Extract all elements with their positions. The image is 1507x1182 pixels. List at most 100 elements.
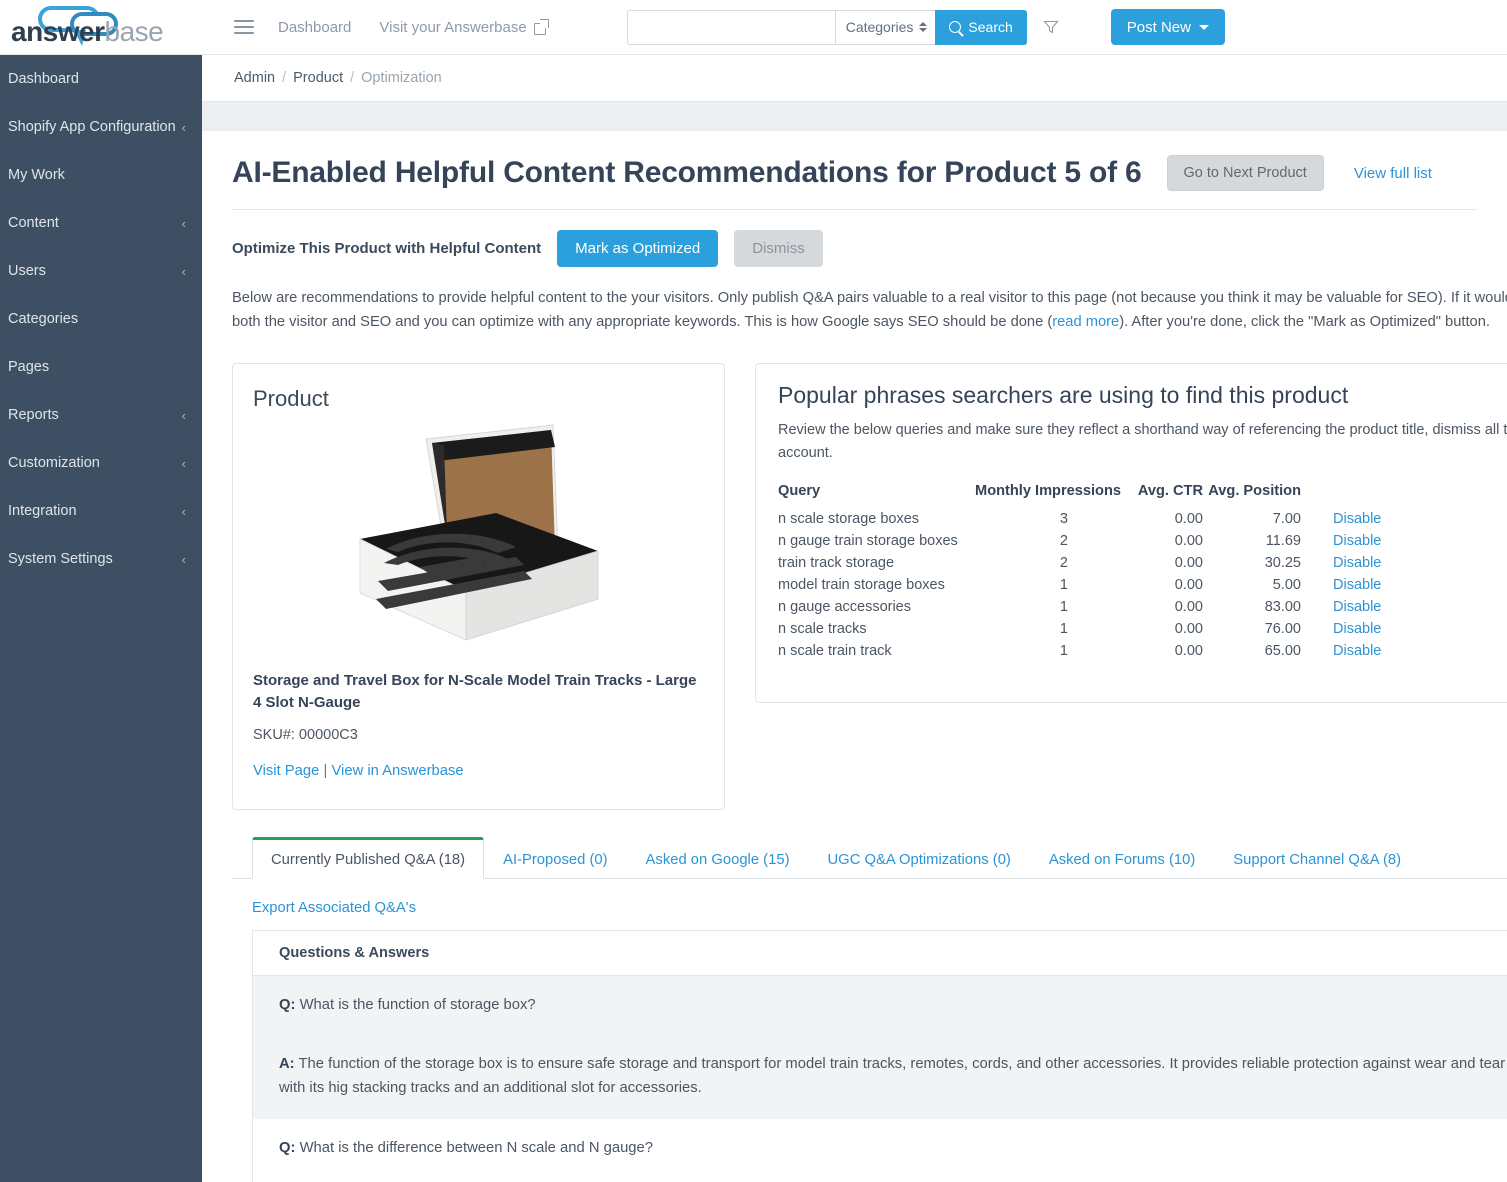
cell-ctr: 0.00 [1174, 577, 1203, 593]
chevron-left-icon: ‹ [181, 263, 186, 279]
sidebar-item-dashboard[interactable]: Dashboard [0, 55, 202, 103]
qa-table-heading: Questions & Answers [253, 931, 1507, 976]
page-title: AI-Enabled Helpful Content Recommendatio… [232, 156, 1142, 189]
sidebar-navigation: Dashboard Shopify App Configuration ‹ My… [0, 55, 202, 1182]
column-header-ctr: Avg. CTR [1137, 483, 1203, 499]
view-full-list-link[interactable]: View full list [1354, 165, 1432, 182]
post-new-button[interactable]: Post New [1110, 9, 1225, 45]
sidebar-item-content[interactable]: Content ‹ [0, 199, 202, 247]
cell-query: n scale tracks [778, 621, 867, 637]
table-row: n gauge accessories 1 0.00 83.00 Disable [778, 596, 1381, 618]
visit-answerbase-label: Visit your Answerbase [379, 18, 527, 36]
sidebar-item-label: Users [8, 263, 46, 279]
go-to-next-product-button[interactable]: Go to Next Product [1166, 155, 1324, 191]
cell-ctr: 0.00 [1174, 599, 1203, 615]
sidebar-item-label: Integration [8, 503, 77, 519]
cell-impressions: 2 [1059, 533, 1068, 549]
mark-as-optimized-button[interactable]: Mark as Optimized [557, 230, 719, 267]
question-text: What is the function of storage box? [299, 996, 536, 1013]
cell-query: train track storage [778, 555, 895, 571]
disable-query-link[interactable]: Disable [1333, 621, 1381, 637]
table-row: model train storage boxes 1 0.00 5.00 Di… [778, 574, 1381, 596]
product-links: Visit Page | View in Answerbase [253, 763, 702, 779]
chevron-left-icon: ‹ [181, 215, 186, 231]
export-row: Export Associated Q&A's [232, 879, 1507, 916]
tab-asked-on-forums[interactable]: Asked on Forums (10) [1030, 839, 1214, 879]
brand-logo[interactable]: answerbase [0, 0, 202, 55]
dismiss-button[interactable]: Dismiss [734, 230, 823, 267]
cell-query: n gauge train storage boxes [778, 533, 958, 549]
search-button-label: Search [968, 19, 1013, 35]
sidebar-item-users[interactable]: Users ‹ [0, 247, 202, 295]
sidebar-item-shopify-app-configuration[interactable]: Shopify App Configuration ‹ [0, 103, 202, 151]
page-header: AI-Enabled Helpful Content Recommendatio… [232, 155, 1507, 191]
filter-icon[interactable] [1043, 19, 1059, 35]
disable-query-link[interactable]: Disable [1333, 599, 1381, 615]
disable-query-link[interactable]: Disable [1333, 555, 1381, 571]
phrases-card-description: Review the below queries and make sure t… [778, 419, 1507, 465]
sidebar-item-label: Customization [8, 455, 100, 471]
sidebar-item-pages[interactable]: Pages [0, 343, 202, 391]
tab-asked-on-google[interactable]: Asked on Google (15) [627, 839, 809, 879]
chevron-left-icon: ‹ [181, 551, 186, 567]
qa-tabs: Currently Published Q&A (18) AI-Proposed… [232, 836, 1507, 879]
disable-query-link[interactable]: Disable [1333, 533, 1381, 549]
post-new-label: Post New [1126, 18, 1191, 36]
hamburger-menu-icon[interactable] [224, 0, 264, 55]
disable-query-link[interactable]: Disable [1333, 511, 1381, 527]
qa-item: Q: What is the difference between N scal… [253, 1119, 1507, 1182]
product-sku: SKU#: 00000C3 [253, 726, 358, 743]
sidebar-item-customization[interactable]: Customization ‹ [0, 439, 202, 487]
logo-secondary-text: base [104, 16, 164, 47]
product-card: Product Storage and Travel Box for N-Sca… [232, 362, 725, 810]
sidebar-item-reports[interactable]: Reports ‹ [0, 391, 202, 439]
cell-position: 11.69 [1265, 533, 1301, 549]
tab-ai-proposed[interactable]: AI-Proposed (0) [484, 839, 626, 879]
sidebar-item-label: Dashboard [8, 71, 79, 87]
search-group: Categories Search [626, 9, 1059, 45]
cell-position: 83.00 [1264, 599, 1301, 615]
cell-query: model train storage boxes [778, 577, 945, 593]
answer-label: A: [279, 1056, 295, 1073]
cell-position: 65.00 [1264, 643, 1301, 659]
tab-support-channel-qa[interactable]: Support Channel Q&A (8) [1214, 839, 1420, 879]
export-associated-qa-link[interactable]: Export Associated Q&A's [252, 900, 416, 916]
sidebar-item-categories[interactable]: Categories [0, 295, 202, 343]
sidebar-item-integration[interactable]: Integration ‹ [0, 487, 202, 535]
cell-ctr: 0.00 [1174, 555, 1203, 571]
search-input[interactable] [626, 9, 835, 45]
sidebar-item-label: Shopify App Configuration [8, 119, 176, 135]
topnav-visit-answerbase-link[interactable]: Visit your Answerbase [365, 19, 561, 36]
visit-page-link[interactable]: Visit Page [253, 763, 319, 779]
view-in-answerbase-link[interactable]: View in Answerbase [331, 763, 463, 779]
phrases-description-line1: Review the below queries and make sure t… [778, 421, 1507, 438]
search-button[interactable]: Search [935, 9, 1027, 45]
tab-currently-published-qa[interactable]: Currently Published Q&A (18) [252, 836, 485, 879]
intro-description: Below are recommendations to provide hel… [232, 287, 1507, 335]
topnav-dashboard-link[interactable]: Dashboard [264, 19, 365, 36]
chevron-left-icon: ‹ [181, 407, 186, 423]
sidebar-item-my-work[interactable]: My Work [0, 151, 202, 199]
qa-question: Q: What is the difference between N scal… [279, 1137, 1507, 1161]
disable-query-link[interactable]: Disable [1333, 577, 1381, 593]
content-divider-band [202, 101, 1507, 131]
top-navigation-bar: answerbase Dashboard Visit your Answerba… [0, 0, 1507, 55]
read-more-link[interactable]: read more [1052, 314, 1119, 330]
breadcrumb-optimization: Optimization [361, 70, 442, 86]
tab-ugc-qa-optimizations[interactable]: UGC Q&A Optimizations (0) [809, 839, 1030, 879]
table-row: train track storage 2 0.00 30.25 Disable [778, 552, 1381, 574]
breadcrumb-product[interactable]: Product [293, 70, 343, 86]
breadcrumb-admin[interactable]: Admin [234, 70, 275, 86]
logo-primary-text: answer [11, 16, 105, 47]
sidebar-item-system-settings[interactable]: System Settings ‹ [0, 535, 202, 583]
question-label: Q: [279, 996, 296, 1013]
column-header-position: Avg. Position [1208, 483, 1301, 499]
table-header-row: Query Monthly Impressions Avg. CTR Avg. … [778, 483, 1381, 508]
product-title: Storage and Travel Box for N-Scale Model… [253, 671, 697, 712]
disable-query-link[interactable]: Disable [1333, 643, 1381, 659]
intro-text-part3: ). After you're done, click the "Mark as… [1119, 313, 1490, 330]
cell-impressions: 1 [1059, 621, 1068, 637]
categories-select[interactable]: Categories [834, 9, 936, 45]
optimize-actions-row: Optimize This Product with Helpful Conte… [232, 230, 1507, 267]
cell-impressions: 3 [1059, 511, 1068, 527]
